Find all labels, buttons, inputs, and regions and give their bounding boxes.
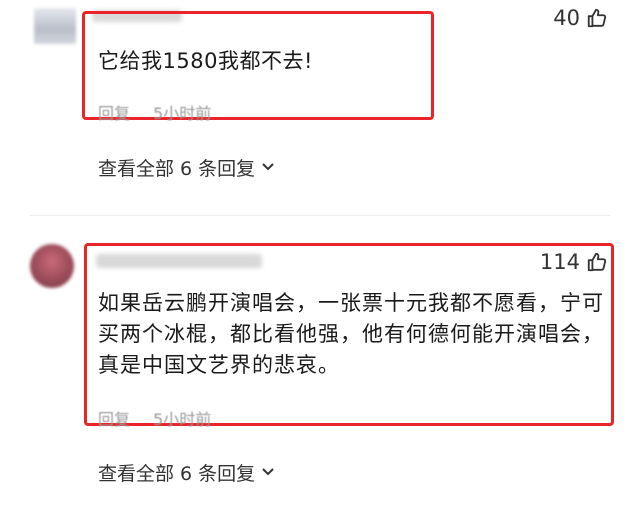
comment-line: 买两个冰棍，都比看他强，他有何德何能开演唱会， bbox=[98, 322, 604, 346]
view-all-replies-button[interactable]: 查看全部 6 条回复 bbox=[98, 154, 275, 181]
comment-line: 如果岳云鹏开演唱会，一张票十元我都不愿看，宁可 bbox=[98, 291, 604, 315]
avatar[interactable] bbox=[34, 8, 76, 44]
comment-meta: 回复 5小时前 bbox=[98, 100, 211, 124]
timestamp: 5小时前 bbox=[153, 410, 212, 429]
view-all-label: 查看全部 6 条回复 bbox=[98, 463, 256, 485]
reply-button[interactable]: 回复 bbox=[98, 410, 130, 429]
comment-line: 真是中国文艺界的悲哀。 bbox=[98, 353, 340, 377]
chevron-down-icon bbox=[261, 157, 275, 179]
thumbs-up-icon bbox=[586, 7, 608, 29]
chevron-down-icon bbox=[261, 462, 275, 484]
reply-button[interactable]: 回复 bbox=[98, 104, 130, 123]
view-all-label: 查看全部 6 条回复 bbox=[98, 158, 256, 180]
like-button[interactable]: 40 bbox=[553, 6, 608, 30]
comment-text: 它给我1580我都不去! bbox=[98, 49, 313, 73]
view-all-replies-button[interactable]: 查看全部 6 条回复 bbox=[98, 459, 275, 486]
like-count: 40 bbox=[553, 6, 580, 30]
timestamp: 5小时前 bbox=[153, 104, 212, 123]
comment-text: 如果岳云鹏开演唱会，一张票十元我都不愿看，宁可 买两个冰棍，都比看他强，他有何德… bbox=[98, 288, 604, 381]
avatar[interactable] bbox=[30, 244, 74, 288]
comment-meta: 回复 5小时前 bbox=[98, 406, 211, 430]
divider bbox=[30, 215, 610, 216]
